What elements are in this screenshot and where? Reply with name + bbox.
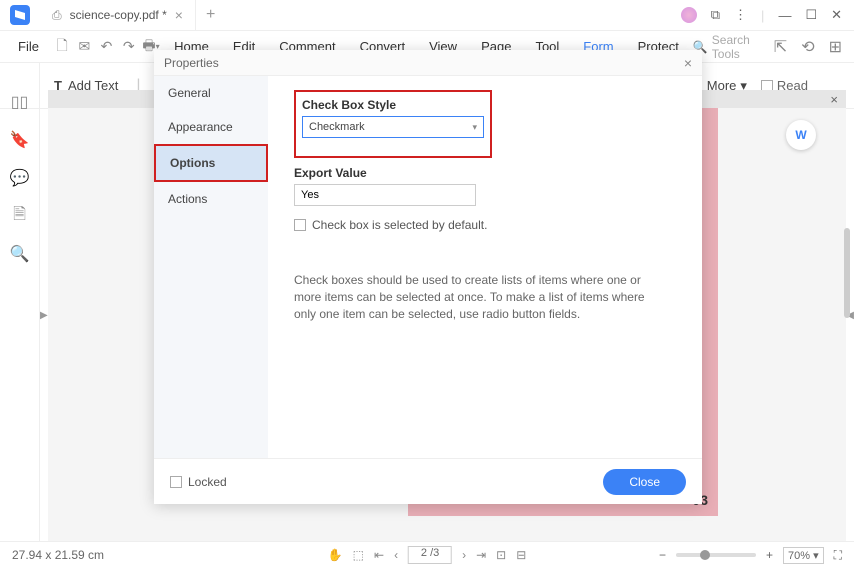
checkbox-icon xyxy=(294,219,306,231)
next-page-icon[interactable]: › xyxy=(462,548,466,562)
checkbox-style-select[interactable]: Checkmark ▾ xyxy=(302,116,484,138)
highlight-checkbox-style: Check Box Style Checkmark ▾ xyxy=(294,90,492,158)
zoom-out-icon[interactable]: − xyxy=(659,548,666,562)
scrollbar[interactable] xyxy=(844,108,852,518)
close-tab-icon[interactable]: × xyxy=(175,7,183,23)
zoom-select[interactable]: 70% ▾ xyxy=(783,547,824,564)
default-checked-label: Check box is selected by default. xyxy=(312,218,487,232)
close-bar-icon[interactable]: × xyxy=(830,92,838,107)
scroll-thumb[interactable] xyxy=(844,228,850,318)
export-value-label: Export Value xyxy=(294,166,676,180)
locked-label: Locked xyxy=(188,475,227,489)
attachments-icon[interactable]: 🗎 xyxy=(11,207,29,225)
fit-page-icon[interactable]: ⊡ xyxy=(496,548,506,562)
panel-close-icon[interactable]: × xyxy=(684,55,692,71)
zoom-thumb[interactable] xyxy=(700,550,710,560)
bookmark-icon[interactable]: 🔖 xyxy=(11,131,29,149)
locked-checkbox[interactable]: Locked xyxy=(170,475,227,489)
undo-icon[interactable]: ↶ xyxy=(97,35,115,59)
statusbar: 27.94 x 21.59 cm ✋ ⬚ ⇤ ‹ 2 /3 › ⇥ ⊡ ⊟ − … xyxy=(0,541,854,568)
open-icon[interactable]: 🗋 xyxy=(53,35,71,59)
checkbox-style-value: Checkmark xyxy=(309,121,365,133)
maximize-button[interactable]: ☐ xyxy=(805,7,817,23)
zoom-slider[interactable] xyxy=(676,553,756,557)
panel-header: Properties × xyxy=(154,50,702,76)
zoom-controls: − + 70% ▾ ⛶ xyxy=(659,547,842,564)
minimize-button[interactable]: — xyxy=(778,8,791,23)
default-checked-row[interactable]: Check box is selected by default. xyxy=(294,218,676,232)
redo-icon[interactable]: ↷ xyxy=(120,35,138,59)
tab-actions[interactable]: Actions xyxy=(154,182,268,216)
brand-orb-icon[interactable] xyxy=(681,7,697,23)
panel-body: General Appearance Options Actions Check… xyxy=(154,76,702,458)
search-panel-icon[interactable]: 🔍 xyxy=(11,245,29,263)
page-indicator[interactable]: 2 /3 xyxy=(408,546,452,564)
hand-tool-icon[interactable]: ✋ xyxy=(328,548,343,562)
panel-tabs: General Appearance Options Actions xyxy=(154,76,268,458)
last-page-icon[interactable]: ⇥ xyxy=(476,548,486,562)
zoom-value: 70% xyxy=(788,550,810,562)
search-tools[interactable]: 🔍 Search Tools xyxy=(693,33,760,61)
kebab-menu-icon[interactable]: ⋮ xyxy=(734,7,747,23)
cloud-icon[interactable]: ⟲ xyxy=(801,37,814,57)
left-sidebar: ▯▯ 🔖 💬 🗎 🔍 xyxy=(0,63,40,541)
external-icon[interactable]: ⧉ xyxy=(711,7,720,23)
titlebar: ⎙ science-copy.pdf * × + ⧉ ⋮ | — ☐ ✕ xyxy=(0,0,854,31)
page-dimensions: 27.94 x 21.59 cm xyxy=(12,548,104,562)
grid-icon[interactable]: ⊞ xyxy=(829,37,842,57)
thumbnails-icon[interactable]: ▯▯ xyxy=(11,93,29,111)
word-export-badge[interactable]: W xyxy=(786,120,816,150)
checkbox-icon xyxy=(170,476,182,488)
fit-width-icon[interactable]: ⊟ xyxy=(516,548,526,562)
help-text: Check boxes should be used to create lis… xyxy=(294,272,654,322)
panel-title: Properties xyxy=(164,56,219,70)
save-indicator-icon: ⎙ xyxy=(52,8,62,23)
add-tab-button[interactable]: + xyxy=(196,6,225,24)
titlebar-controls: ⧉ ⋮ | — ☐ ✕ xyxy=(681,7,854,23)
properties-panel: Properties × General Appearance Options … xyxy=(154,50,702,504)
file-menu[interactable]: File xyxy=(8,35,49,58)
panel-content: Check Box Style Checkmark ▾ Export Value… xyxy=(268,76,702,458)
tab-title: science-copy.pdf * xyxy=(70,8,167,22)
select-tool-icon[interactable]: ⬚ xyxy=(353,548,364,562)
export-value-input[interactable] xyxy=(294,184,476,206)
comments-icon[interactable]: 💬 xyxy=(11,169,29,187)
close-window-button[interactable]: ✕ xyxy=(831,7,842,23)
tab-options[interactable]: Options xyxy=(154,144,268,182)
fullscreen-icon[interactable]: ⛶ xyxy=(834,548,842,563)
prev-page-icon[interactable]: ‹ xyxy=(394,548,398,562)
save-icon[interactable]: ✉ xyxy=(75,35,93,59)
close-button[interactable]: Close xyxy=(603,469,686,495)
tab-general[interactable]: General xyxy=(154,76,268,110)
tab-appearance[interactable]: Appearance xyxy=(154,110,268,144)
share-icon[interactable]: ⇱ xyxy=(774,37,787,57)
zoom-in-icon[interactable]: + xyxy=(766,548,773,562)
first-page-icon[interactable]: ⇤ xyxy=(374,548,384,562)
expand-left-icon[interactable]: ▶ xyxy=(40,310,48,321)
chevron-down-icon: ▾ xyxy=(472,122,477,133)
panel-footer: Locked Close xyxy=(154,458,702,504)
document-tab[interactable]: ⎙ science-copy.pdf * × xyxy=(40,0,196,30)
page-nav: ✋ ⬚ ⇤ ‹ 2 /3 › ⇥ ⊡ ⊟ xyxy=(328,546,527,564)
checkbox-style-label: Check Box Style xyxy=(302,98,484,112)
app-logo-icon[interactable] xyxy=(10,5,30,25)
search-placeholder: Search Tools xyxy=(712,33,760,61)
